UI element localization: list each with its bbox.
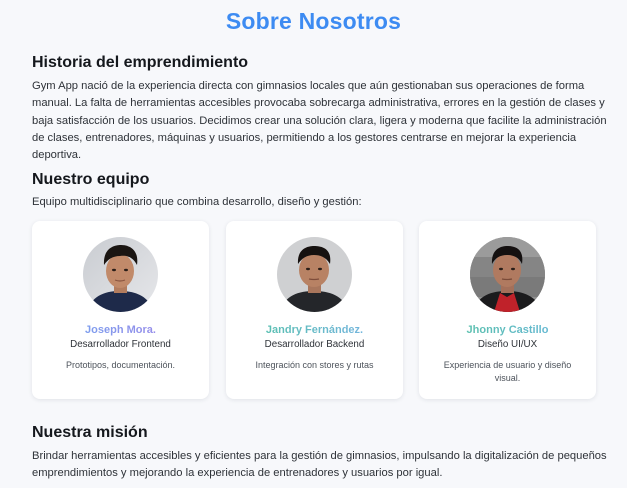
- member-role: Diseño UI/UX: [477, 339, 538, 350]
- history-heading: Historia del emprendimiento: [32, 54, 249, 71]
- avatar: [83, 237, 158, 312]
- person-photo-icon: [83, 237, 158, 312]
- member-description: Integración con stores y rutas: [255, 360, 374, 370]
- member-name: Jandry Fernández.: [226, 324, 403, 336]
- about-page: Sobre Nosotros Historia del emprendimien…: [0, 0, 627, 488]
- person-photo-icon: [277, 237, 352, 312]
- page-title: Sobre Nosotros: [225, 8, 402, 34]
- person-photo-icon: [470, 237, 545, 312]
- avatar: [277, 237, 352, 312]
- team-intro: Equipo multidisciplinario que combina de…: [32, 196, 362, 208]
- team-member-card-jhonny: Jhonny Castillo Diseño UI/UX Experiencia…: [419, 221, 596, 399]
- team-heading: Nuestro equipo: [32, 171, 150, 188]
- avatar: [470, 237, 545, 312]
- team-member-card-jandry: Jandry Fernández. Desarrollador Backend …: [226, 221, 403, 399]
- mission-heading: Nuestra misión: [32, 424, 148, 441]
- team-member-card-joseph: Joseph Mora. Desarrollador Frontend Prot…: [32, 221, 209, 399]
- mission-text: Brindar herramientas accesibles y eficie…: [32, 450, 607, 480]
- history-text: Gym App nació de la experiencia directa …: [32, 80, 607, 162]
- member-name: Joseph Mora.: [32, 324, 209, 336]
- member-name: Jhonny Castillo: [419, 324, 596, 336]
- member-role: Desarrollador Frontend: [70, 339, 171, 350]
- member-description: Prototipos, documentación.: [65, 360, 176, 370]
- member-role: Desarrollador Backend: [264, 339, 365, 350]
- member-description: Experiencia de usuario y diseño visual.: [443, 360, 572, 383]
